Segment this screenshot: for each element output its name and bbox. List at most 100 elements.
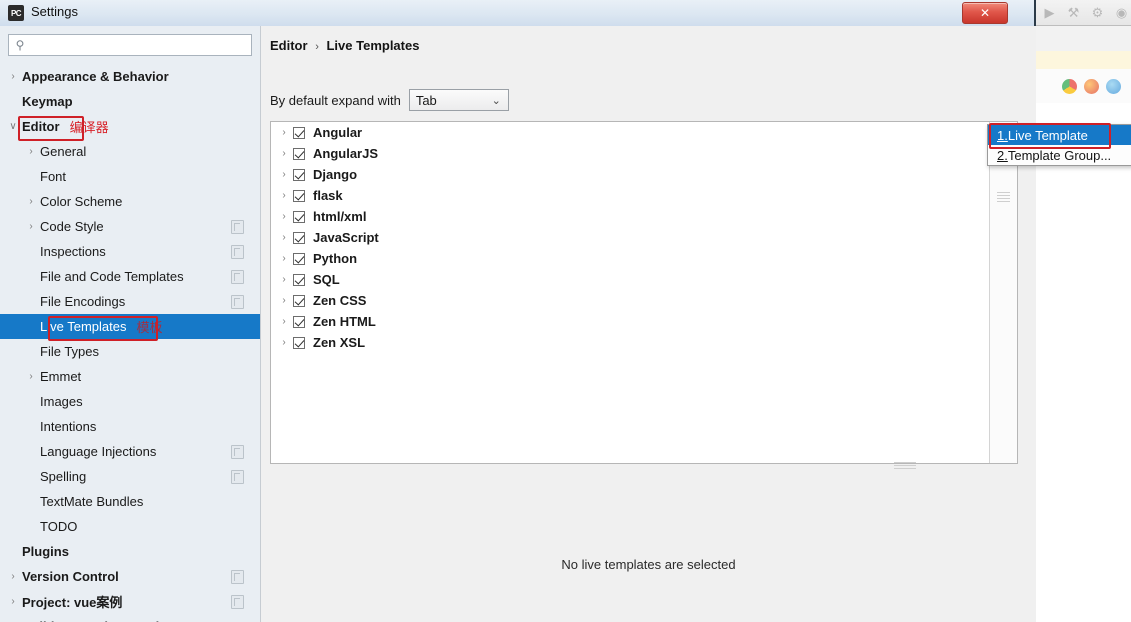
annotation-text: 编译器 xyxy=(69,120,109,135)
template-group-checkbox[interactable] xyxy=(293,168,305,181)
template-group-row[interactable]: › SQL xyxy=(271,269,990,290)
sidebar-item-keymap[interactable]: Keymap xyxy=(0,89,260,114)
chevron-right-icon[interactable]: › xyxy=(275,148,293,159)
template-group-label: Zen CSS xyxy=(313,293,367,308)
expand-with-value: Tab xyxy=(415,92,437,108)
sidebar-item-inspections[interactable]: Inspections xyxy=(0,239,260,264)
splitter-handle[interactable] xyxy=(894,462,916,469)
template-group-checkbox[interactable] xyxy=(293,273,305,286)
search-field[interactable]: ⚲ xyxy=(8,34,252,56)
template-group-row[interactable]: › Angular xyxy=(271,122,990,143)
copy-settings-icon[interactable] xyxy=(231,220,244,234)
sidebar-item-live-templates[interactable]: Live Templates 模板 xyxy=(0,314,260,339)
run-icon[interactable]: ▶ xyxy=(1042,5,1057,20)
template-group-checkbox[interactable] xyxy=(293,315,305,328)
template-group-checkbox[interactable] xyxy=(293,336,305,349)
sidebar-item-language-injections[interactable]: Language Injections xyxy=(0,439,260,464)
template-group-row[interactable]: › Django xyxy=(271,164,990,185)
expand-with-select[interactable]: Tab ⌄ xyxy=(408,89,509,111)
profile-icon[interactable]: ◉ xyxy=(1114,5,1129,20)
chevron-right-icon[interactable]: › xyxy=(275,127,293,138)
sidebar-item-textmate-bundles[interactable]: TextMate Bundles xyxy=(0,489,260,514)
copy-settings-icon[interactable] xyxy=(231,570,244,584)
pycharm-icon: PC xyxy=(8,5,24,21)
sidebar-item-version-control[interactable]: › Version Control xyxy=(0,564,260,589)
chevron-right-icon[interactable]: › xyxy=(275,232,293,243)
breadcrumb-root[interactable]: Editor xyxy=(270,38,308,53)
sidebar-item-editor[interactable]: ∨ Editor 编译器 xyxy=(0,114,260,139)
sidebar-item-emmet[interactable]: › Emmet xyxy=(0,364,260,389)
menu-item-live-template[interactable]: 1. Live Template xyxy=(988,125,1131,145)
sidebar-item-appearance-behavior[interactable]: › Appearance & Behavior xyxy=(0,64,260,89)
sidebar-item-todo[interactable]: TODO xyxy=(0,514,260,539)
firefox-icon[interactable] xyxy=(1084,78,1099,94)
chevron-right-icon[interactable]: › xyxy=(4,571,22,582)
sidebar-item-plugins[interactable]: Plugins xyxy=(0,539,260,564)
template-group-row[interactable]: › flask xyxy=(271,185,990,206)
chevron-right-icon[interactable]: › xyxy=(4,71,22,82)
sidebar-item-file-types[interactable]: File Types xyxy=(0,339,260,364)
search-input[interactable] xyxy=(31,36,251,54)
sidebar-item-file-encodings[interactable]: File Encodings xyxy=(0,289,260,314)
chevron-right-icon[interactable]: › xyxy=(275,316,293,327)
close-button[interactable]: ✕ xyxy=(962,2,1008,24)
template-group-row[interactable]: › Zen HTML xyxy=(271,311,990,332)
template-group-row[interactable]: › Zen CSS xyxy=(271,290,990,311)
sidebar-item-label: Live Templates xyxy=(40,319,127,334)
chrome-icon[interactable] xyxy=(1062,78,1077,94)
menu-item-label: Live Template xyxy=(1007,127,1088,143)
copy-settings-icon[interactable] xyxy=(231,470,244,484)
sidebar-item-build-execution-deployment[interactable]: ›Build, Execution, Deployment xyxy=(0,614,260,622)
chevron-right-icon[interactable]: › xyxy=(275,211,293,222)
menu-item-template-group[interactable]: 2. Template Group... xyxy=(988,145,1131,165)
sidebar-item-font[interactable]: Font xyxy=(0,164,260,189)
template-group-checkbox[interactable] xyxy=(293,189,305,202)
template-group-checkbox[interactable] xyxy=(293,294,305,307)
template-group-row[interactable]: › JavaScript xyxy=(271,227,990,248)
template-group-checkbox[interactable] xyxy=(293,126,305,139)
sidebar-item-intentions[interactable]: Intentions xyxy=(0,414,260,439)
template-group-checkbox[interactable] xyxy=(293,147,305,160)
template-groups-list[interactable]: › Angular › AngularJS › Django › flask › html/xml… xyxy=(271,122,990,463)
template-group-checkbox[interactable] xyxy=(293,231,305,244)
settings-sidebar: ⚲ › Appearance & Behavior Keymap ∨ Editor 编译器… xyxy=(0,26,261,622)
chevron-right-icon[interactable]: › xyxy=(22,196,40,207)
settings-tree[interactable]: › Appearance & Behavior Keymap ∨ Editor 编译器 › G… xyxy=(0,64,260,622)
chevron-right-icon[interactable]: › xyxy=(275,190,293,201)
template-group-row[interactable]: › Python xyxy=(271,248,990,269)
coverage-icon[interactable]: ⚙ xyxy=(1090,5,1105,20)
edge-icon[interactable] xyxy=(1106,78,1121,94)
chevron-right-icon[interactable]: › xyxy=(275,169,293,180)
toolbar-grip[interactable] xyxy=(997,192,1010,203)
background-browser-bar xyxy=(1036,69,1131,103)
template-group-checkbox[interactable] xyxy=(293,210,305,223)
sidebar-item-general[interactable]: › General xyxy=(0,139,260,164)
chevron-right-icon[interactable]: › xyxy=(275,337,293,348)
chevron-right-icon[interactable]: › xyxy=(22,146,40,157)
chevron-right-icon[interactable]: › xyxy=(275,274,293,285)
copy-settings-icon[interactable] xyxy=(231,595,244,609)
template-group-checkbox[interactable] xyxy=(293,252,305,265)
template-group-row[interactable]: › html/xml xyxy=(271,206,990,227)
chevron-down-icon[interactable]: ∨ xyxy=(4,121,22,132)
sidebar-item-images[interactable]: Images xyxy=(0,389,260,414)
sidebar-item-spelling[interactable]: Spelling xyxy=(0,464,260,489)
chevron-right-icon[interactable]: › xyxy=(275,295,293,306)
chevron-right-icon[interactable]: › xyxy=(22,221,40,232)
sidebar-item-code-style[interactable]: › Code Style xyxy=(0,214,260,239)
sidebar-item-color-scheme[interactable]: › Color Scheme xyxy=(0,189,260,214)
sidebar-item-file-and-code-templates[interactable]: File and Code Templates xyxy=(0,264,260,289)
debug-icon[interactable]: ⚒ xyxy=(1066,5,1081,20)
sidebar-item-project-vue[interactable]: › Project: vue案例 xyxy=(0,589,260,614)
template-group-row[interactable]: › AngularJS xyxy=(271,143,990,164)
copy-settings-icon[interactable] xyxy=(231,245,244,259)
menu-item-index: 1. xyxy=(997,127,1008,143)
chevron-right-icon[interactable]: › xyxy=(4,596,22,607)
copy-settings-icon[interactable] xyxy=(231,270,244,284)
add-template-menu[interactable]: 1. Live Template 2. Template Group... xyxy=(987,124,1131,166)
template-group-row[interactable]: › Zen XSL xyxy=(271,332,990,353)
copy-settings-icon[interactable] xyxy=(231,295,244,309)
copy-settings-icon[interactable] xyxy=(231,445,244,459)
chevron-right-icon[interactable]: › xyxy=(22,371,40,382)
chevron-right-icon[interactable]: › xyxy=(275,253,293,264)
